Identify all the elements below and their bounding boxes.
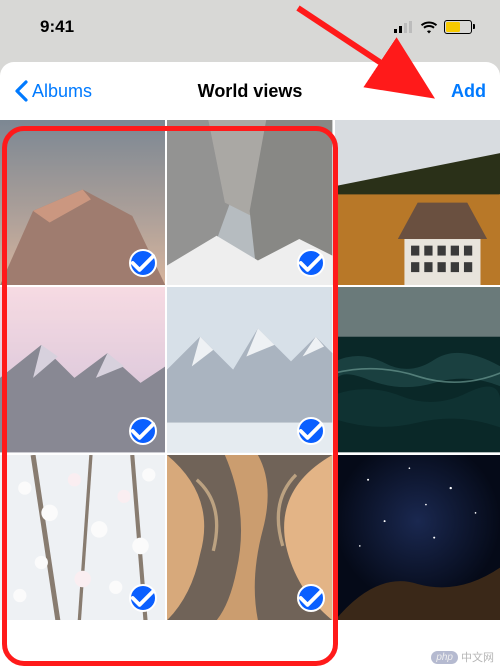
status-time: 9:41 <box>40 17 74 37</box>
watermark-badge: php <box>431 651 458 664</box>
selected-checkmark-icon <box>297 584 325 612</box>
page-title: World views <box>198 81 303 102</box>
selected-checkmark-icon <box>129 584 157 612</box>
album-sheet: Albums World views Add <box>0 62 500 671</box>
watermark-text: 中文网 <box>461 649 494 665</box>
cellular-signal-icon <box>394 21 414 33</box>
photo-thumbnail[interactable] <box>335 120 500 285</box>
selected-checkmark-icon <box>297 417 325 445</box>
watermark: php 中文网 <box>431 649 494 665</box>
wifi-icon <box>420 21 438 34</box>
selected-checkmark-icon <box>297 249 325 277</box>
back-label: Albums <box>32 81 92 102</box>
photo-grid <box>0 120 500 620</box>
chevron-left-icon <box>14 80 28 102</box>
status-bar: 9:41 <box>0 0 500 54</box>
add-button[interactable]: Add <box>451 81 486 102</box>
photo-thumbnail[interactable] <box>335 455 500 620</box>
selected-checkmark-icon <box>129 417 157 445</box>
photo-thumbnail[interactable] <box>0 287 165 452</box>
battery-icon <box>444 20 472 34</box>
photo-thumbnail[interactable] <box>0 120 165 285</box>
photo-thumbnail[interactable] <box>0 455 165 620</box>
photo-thumbnail[interactable] <box>167 455 332 620</box>
photo-thumbnail[interactable] <box>167 287 332 452</box>
photo-thumbnail[interactable] <box>335 287 500 452</box>
selected-checkmark-icon <box>129 249 157 277</box>
back-button[interactable]: Albums <box>14 80 92 102</box>
photo-thumbnail[interactable] <box>167 120 332 285</box>
navigation-bar: Albums World views Add <box>0 62 500 120</box>
status-icons <box>394 20 472 34</box>
